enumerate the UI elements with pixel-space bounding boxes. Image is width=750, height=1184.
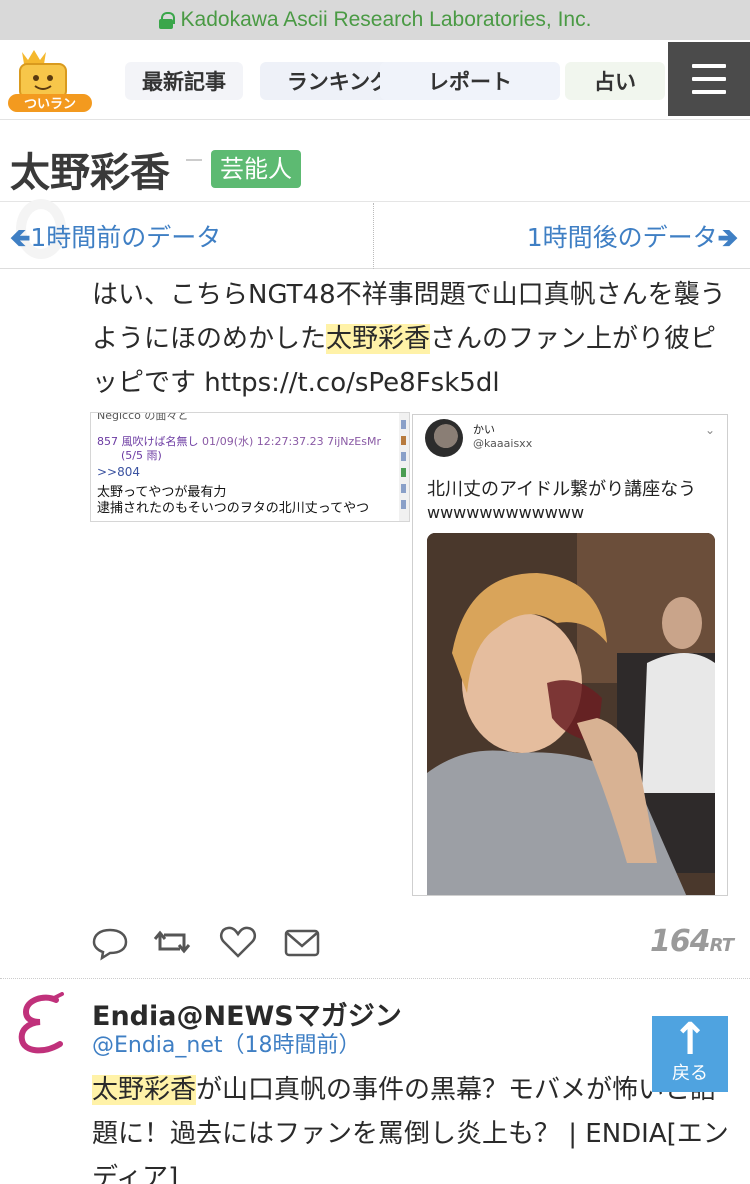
mail-icon[interactable] xyxy=(282,922,322,962)
title-divider xyxy=(186,159,202,161)
menu-icon-bar xyxy=(692,77,726,81)
nav-report[interactable]: レポート xyxy=(380,62,560,100)
retweet-icon[interactable] xyxy=(152,922,192,962)
post-date: 01/09(水) 12:27:37.23 7ijNzEsMr xyxy=(202,435,381,448)
tweet-text: 太野彩香が山口真帆の事件の黒幕？モバメが怖いと話題に！過去にはファンを罵倒し炎上… xyxy=(92,1068,737,1184)
avatar xyxy=(425,419,463,457)
retweet-count: 164RT xyxy=(650,924,734,959)
menu-icon-bar xyxy=(692,90,726,94)
nav-latest-articles[interactable]: 最新記事 xyxy=(125,62,243,100)
tweet-time: （18時間前） xyxy=(222,1033,361,1058)
retweet-count-suffix: RT xyxy=(709,935,734,956)
post-line-2: 逮捕されたのもそいつのヲタの北川丈ってやつ xyxy=(97,501,370,516)
tweet-image-thread-screenshot[interactable]: Negicco の面々と 857 風吹けば名無し 01/09(水) 12:27:… xyxy=(90,412,410,522)
back-to-top-button[interactable]: ↑ 戻る xyxy=(652,1016,728,1092)
reply-reference: >>804 xyxy=(97,465,141,479)
previous-hour-label: 1時間前のデータ xyxy=(30,223,222,252)
reply-icon[interactable] xyxy=(90,922,130,962)
retweet-count-value: 164 xyxy=(650,924,711,959)
chevron-down-icon: ⌄ xyxy=(704,423,715,437)
thread-scrollbar xyxy=(399,413,409,521)
arrow-left-icon: 🡸 xyxy=(10,223,31,252)
tweet-author-handle[interactable]: @Endia_net（18時間前） xyxy=(92,1027,361,1059)
post-sub: (5/5 雨) xyxy=(121,449,162,462)
next-hour-link[interactable]: 1時間後のデータ🡺 xyxy=(527,218,738,262)
heart-icon[interactable] xyxy=(218,922,258,962)
logo-text: ついラン xyxy=(24,97,76,112)
menu-icon-bar xyxy=(692,64,726,68)
photo xyxy=(427,533,715,895)
page-title: 太野彩香 xyxy=(10,150,170,196)
tweet-text: はい、こちらNGT48不祥事問題で山口真帆さんを襲うようにほのめかした太野彩香さ… xyxy=(92,273,737,405)
nav-fortune[interactable]: 占い xyxy=(565,62,665,100)
arrow-right-icon: 🡺 xyxy=(717,223,738,252)
lock-icon xyxy=(158,12,175,29)
site-identity: Kadokawa Ascii Research Laboratories, In… xyxy=(180,8,592,31)
divider xyxy=(373,203,374,269)
back-label: 戻る xyxy=(672,1063,708,1084)
next-hour-label: 1時間後のデータ xyxy=(526,223,718,252)
arrow-up-icon: ↑ xyxy=(671,1014,709,1065)
divider xyxy=(0,978,750,979)
embedded-author-handle: @kaaaisxx xyxy=(473,437,533,450)
time-navigation: 🡸1時間前のデータ 1時間後のデータ🡺 xyxy=(0,199,750,269)
highlight-keyword: 太野彩香 xyxy=(92,1075,197,1105)
highlight-keyword: 太野彩香 xyxy=(326,324,431,354)
post-number: 857 xyxy=(97,435,118,448)
embedded-tweet-text-2: wwwwwwwwwwww xyxy=(427,503,585,522)
hamburger-menu-button[interactable] xyxy=(668,42,750,116)
tweet-actions: 164RT xyxy=(90,922,735,966)
tweet-handle: @Endia_net xyxy=(92,1033,223,1058)
page-header: 太野彩香 芸能人 xyxy=(0,122,750,202)
address-bar[interactable]: Kadokawa Ascii Research Laboratories, In… xyxy=(0,0,750,40)
endia-logo[interactable] xyxy=(14,992,74,1056)
embedded-tweet-text: 北川丈のアイドル繋がり講座なう xyxy=(427,479,697,500)
embedded-author-name: かい xyxy=(473,423,495,436)
top-nav: ついラン 最新記事 ランキング レポート 占い xyxy=(0,40,750,120)
tweet-image-embedded-tweet[interactable]: かい @kaaaisxx ⌄ 北川丈のアイドル繋がり講座なう wwwwwwwww… xyxy=(412,414,728,896)
category-tag[interactable]: 芸能人 xyxy=(211,150,301,188)
thread-line-top: Negicco の面々と xyxy=(97,412,189,422)
site-logo[interactable]: ついラン xyxy=(8,46,92,114)
previous-hour-link[interactable]: 🡸1時間前のデータ xyxy=(10,218,221,262)
